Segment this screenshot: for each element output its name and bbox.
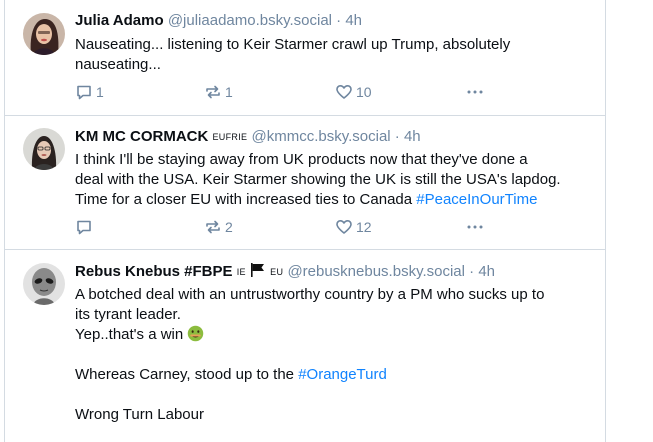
author-badge-eu: EU — [270, 267, 284, 277]
separator: · — [336, 12, 342, 29]
author-handle[interactable]: @rebusknebus.bsky.social — [287, 263, 465, 280]
post-rebus-knebus[interactable]: Rebus Knebus #FBPE IE EU @rebusknebus.bs… — [5, 250, 605, 442]
nauseated-face-icon — [188, 325, 204, 342]
post-text: I think I'll be staying away from UK pro… — [75, 150, 595, 210]
post-km-mc-cormack[interactable]: KM MC CORMACK EUFRIE @kmmcc.bsky.social … — [5, 115, 605, 250]
author-handle[interactable]: @kmmcc.bsky.social — [251, 128, 390, 145]
post-header: KM MC CORMACK EUFRIE @kmmcc.bsky.social … — [75, 127, 421, 147]
more-button[interactable] — [465, 83, 485, 101]
post-actions: 1 1 10 — [75, 83, 545, 103]
repost-count: 1 — [225, 84, 233, 100]
separator: · — [394, 128, 400, 145]
post-header: Julia Adamo @juliaadamo.bsky.social · 4h — [75, 11, 362, 31]
feed: Julia Adamo @juliaadamo.bsky.social · 4h… — [4, 0, 606, 442]
reply-icon — [77, 85, 91, 100]
post-text-line: Wrong Turn Labour — [75, 406, 204, 423]
avatar[interactable] — [23, 263, 65, 305]
like-button[interactable]: 12 — [335, 218, 372, 236]
author-name[interactable]: Julia Adamo — [75, 12, 164, 29]
avatar[interactable] — [23, 128, 65, 170]
black-flag-icon — [250, 263, 264, 277]
more-icon — [467, 225, 483, 229]
author-name[interactable]: Rebus Knebus #FBPE — [75, 263, 233, 280]
post-actions: 2 12 — [75, 218, 545, 238]
reply-icon — [77, 220, 91, 235]
post-julia-adamo[interactable]: Julia Adamo @juliaadamo.bsky.social · 4h… — [5, 0, 605, 116]
post-text-line: Whereas Carney, stood up to the #OrangeT… — [75, 365, 595, 385]
post-text-fragment: Time for a closer EU with increased ties… — [75, 191, 417, 208]
post-header: Rebus Knebus #FBPE IE EU @rebusknebus.bs… — [75, 262, 495, 282]
timestamp[interactable]: 4h — [478, 263, 495, 280]
post-text-line: Yep..that's a win — [75, 325, 595, 345]
like-count: 10 — [356, 84, 372, 100]
more-icon — [467, 90, 483, 94]
repost-icon — [206, 85, 220, 99]
post-text: Nauseating... listening to Keir Starmer … — [75, 35, 595, 75]
timestamp[interactable]: 4h — [345, 12, 362, 29]
timestamp[interactable]: 4h — [404, 128, 421, 145]
hashtag-link[interactable]: #OrangeTurd — [298, 366, 387, 383]
post-text-line: I think I'll be staying away from UK pro… — [75, 151, 528, 168]
author-name[interactable]: KM MC CORMACK — [75, 128, 208, 145]
post-text-line: A botched deal with an untrustworthy cou… — [75, 286, 545, 303]
more-button[interactable] — [465, 218, 485, 236]
post-text-line: Nauseating... listening to Keir Starmer … — [75, 36, 511, 53]
repost-icon — [206, 220, 220, 234]
hashtag-link[interactable]: #PeaceInOurTime — [416, 191, 537, 208]
avatar[interactable] — [23, 13, 65, 55]
author-handle[interactable]: @juliaadamo.bsky.social — [168, 12, 332, 29]
post-text-fragment: Whereas Carney, stood up to the — [75, 366, 299, 383]
post-text-line: nauseating... — [75, 56, 161, 73]
reply-count: 1 — [96, 84, 104, 100]
repost-button[interactable]: 1 — [204, 83, 233, 101]
like-button[interactable]: 10 — [335, 83, 372, 101]
author-badge: EUFRIE — [212, 132, 248, 142]
repost-count: 2 — [225, 219, 233, 235]
post-text-fragment: Yep..that's a win — [75, 326, 188, 343]
post-text-line: deal with the USA. Keir Starmer showing … — [75, 171, 561, 188]
repost-button[interactable]: 2 — [204, 218, 233, 236]
reply-button[interactable] — [75, 218, 96, 236]
separator: · — [469, 263, 475, 280]
post-text-line: its tyrant leader. — [75, 306, 181, 323]
heart-icon — [336, 85, 352, 99]
post-text: A botched deal with an untrustworthy cou… — [75, 285, 595, 425]
post-text-line: Time for a closer EU with increased ties… — [75, 190, 595, 210]
author-badge-ie: IE — [236, 267, 246, 277]
heart-icon — [336, 220, 352, 234]
reply-button[interactable]: 1 — [75, 83, 104, 101]
like-count: 12 — [356, 219, 372, 235]
